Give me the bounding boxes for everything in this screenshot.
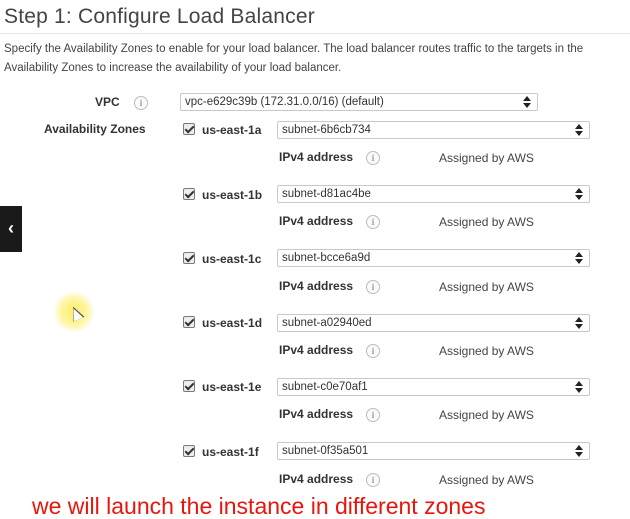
select-arrows-icon <box>575 187 583 201</box>
description-line-2: Availability Zones to increase the avail… <box>4 62 342 74</box>
ipv4-address-label: IPv4 address <box>279 214 354 228</box>
select-arrows-icon <box>575 123 583 137</box>
subnet-select[interactable]: subnet-a02940ed <box>277 314 590 332</box>
select-arrows-icon <box>575 380 583 394</box>
ipv4-address-label: IPv4 address <box>279 150 354 164</box>
ipv4-info-icon[interactable]: i <box>366 473 380 487</box>
ipv4-address-label: IPv4 address <box>279 472 354 486</box>
select-arrows-icon <box>575 251 583 265</box>
chevron-left-icon: ‹ <box>8 218 14 238</box>
subnet-select-value: subnet-bcce6a9d <box>282 252 371 264</box>
select-arrows-icon <box>575 444 583 458</box>
ipv4-assigned-value: Assigned by AWS <box>439 473 534 487</box>
subnet-select[interactable]: subnet-d81ac4be <box>277 185 590 203</box>
availability-zones-label: Availability Zones <box>44 122 146 136</box>
ipv4-info-icon[interactable]: i <box>366 408 380 422</box>
select-arrows-icon <box>575 316 583 330</box>
page-title: Step 1: Configure Load Balancer <box>4 5 315 28</box>
ipv4-assigned-value: Assigned by AWS <box>439 344 534 358</box>
vpc-label: VPC <box>95 95 120 109</box>
zone-checkbox[interactable] <box>183 445 195 457</box>
subnet-select-value: subnet-0f35a501 <box>282 445 369 457</box>
back-button[interactable]: ‹ <box>0 206 22 252</box>
ipv4-address-label: IPv4 address <box>279 343 354 357</box>
ipv4-info-icon[interactable]: i <box>366 151 380 165</box>
ipv4-info-icon[interactable]: i <box>366 280 380 294</box>
zone-name: us-east-1c <box>202 252 262 266</box>
subnet-select-value: subnet-6b6cb734 <box>282 124 371 136</box>
ipv4-address-label: IPv4 address <box>279 407 354 421</box>
ipv4-assigned-value: Assigned by AWS <box>439 408 534 422</box>
zone-name: us-east-1f <box>202 445 259 459</box>
zone-name: us-east-1e <box>202 380 262 394</box>
video-caption: we will launch the instance in different… <box>32 493 486 519</box>
ipv4-info-icon[interactable]: i <box>366 344 380 358</box>
ipv4-assigned-value: Assigned by AWS <box>439 280 534 294</box>
zone-name: us-east-1b <box>202 188 263 202</box>
zone-name: us-east-1d <box>202 316 263 330</box>
zone-checkbox[interactable] <box>183 316 195 328</box>
zone-checkbox[interactable] <box>183 123 195 135</box>
zone-name: us-east-1a <box>202 123 262 137</box>
zone-checkbox[interactable] <box>183 252 195 264</box>
ipv4-address-label: IPv4 address <box>279 279 354 293</box>
subnet-select[interactable]: subnet-bcce6a9d <box>277 249 590 267</box>
subnet-select[interactable]: subnet-6b6cb734 <box>277 121 590 139</box>
select-arrows-icon <box>523 95 531 109</box>
description-line-1: Specify the Availability Zones to enable… <box>4 43 584 55</box>
subnet-select-value: subnet-c0e70af1 <box>282 381 368 393</box>
zone-checkbox[interactable] <box>183 380 195 392</box>
ipv4-assigned-value: Assigned by AWS <box>439 151 534 165</box>
subnet-select-value: subnet-d81ac4be <box>282 188 371 200</box>
vpc-select[interactable]: vpc-e629c39b (172.31.0.0/16) (default) <box>180 93 538 111</box>
page-description: Specify the Availability Zones to enable… <box>4 40 630 78</box>
subnet-select-value: subnet-a02940ed <box>282 317 372 329</box>
subnet-select[interactable]: subnet-c0e70af1 <box>277 378 590 396</box>
ipv4-assigned-value: Assigned by AWS <box>439 215 534 229</box>
vpc-info-icon[interactable]: i <box>134 96 148 110</box>
vpc-select-value: vpc-e629c39b (172.31.0.0/16) (default) <box>185 96 384 108</box>
subnet-select[interactable]: subnet-0f35a501 <box>277 442 590 460</box>
zone-checkbox[interactable] <box>183 188 195 200</box>
title-divider <box>0 33 630 34</box>
ipv4-info-icon[interactable]: i <box>366 215 380 229</box>
